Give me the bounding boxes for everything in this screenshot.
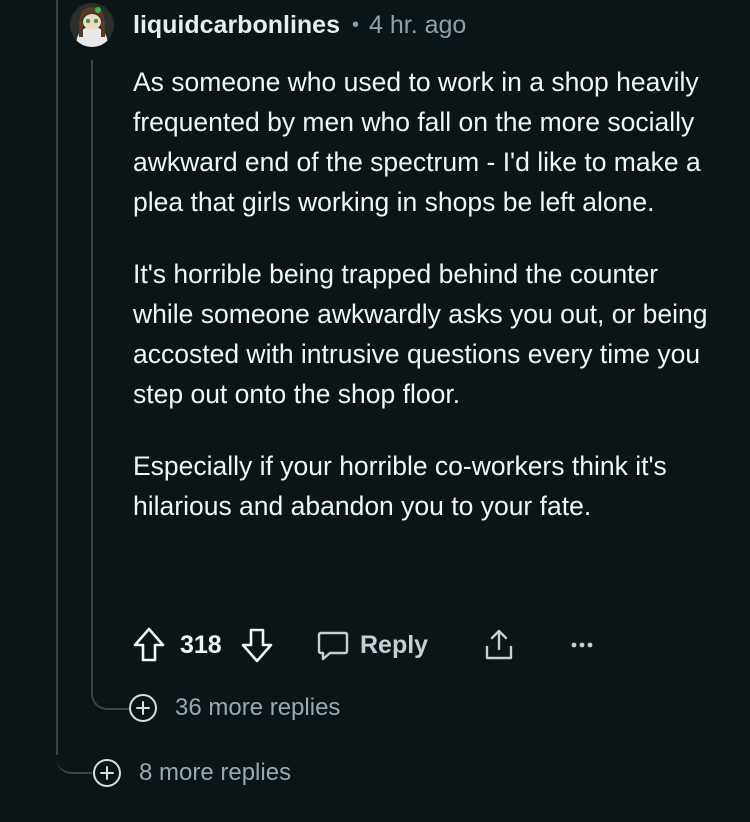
share-button[interactable] (482, 622, 516, 668)
avatar-image (70, 3, 114, 47)
username-link[interactable]: liquidcarbonlines (133, 11, 340, 40)
comment-action-bar: 318 Reply (130, 622, 610, 668)
more-replies-nested[interactable]: 36 more replies (129, 692, 340, 724)
comment-paragraph: It's horrible being trapped behind the c… (133, 259, 708, 409)
comment-thread-line (91, 60, 93, 690)
upvote-arrow-icon (133, 627, 165, 662)
comment-paragraph: Especially if your horrible co-workers t… (133, 451, 667, 521)
comment-header: liquidcarbonlines • 4 hr. ago (133, 8, 466, 42)
comment-paragraph: As someone who used to work in a shop he… (133, 67, 701, 217)
vote-score: 318 (180, 630, 222, 659)
score-value: 318 (180, 622, 222, 668)
reply-label: Reply (360, 630, 429, 659)
speech-bubble-icon (317, 631, 349, 661)
outer-thread-line (56, 0, 58, 755)
comment-body: As someone who used to work in a shop he… (133, 62, 713, 558)
reply-button[interactable]: Reply (316, 622, 428, 668)
ellipsis-icon (571, 642, 593, 648)
downvote-arrow-icon (241, 628, 273, 663)
more-replies-nested-label: 36 more replies (175, 694, 341, 721)
outer-thread-curve (56, 740, 92, 774)
meta-separator: • (351, 13, 359, 36)
upvote-button[interactable] (132, 622, 166, 668)
share-icon (485, 629, 513, 660)
outer-thread-top-stub (56, 0, 96, 2)
more-options-button[interactable] (570, 622, 594, 668)
more-replies-outer[interactable]: 8 more replies (93, 757, 291, 789)
downvote-button[interactable] (240, 622, 274, 668)
comment-thread-curve (91, 676, 131, 710)
avatar[interactable] (70, 3, 114, 47)
more-replies-outer-label: 8 more replies (139, 759, 292, 786)
timestamp[interactable]: 4 hr. ago (369, 11, 466, 40)
expand-plus-icon (129, 694, 157, 722)
expand-plus-icon (93, 759, 121, 787)
